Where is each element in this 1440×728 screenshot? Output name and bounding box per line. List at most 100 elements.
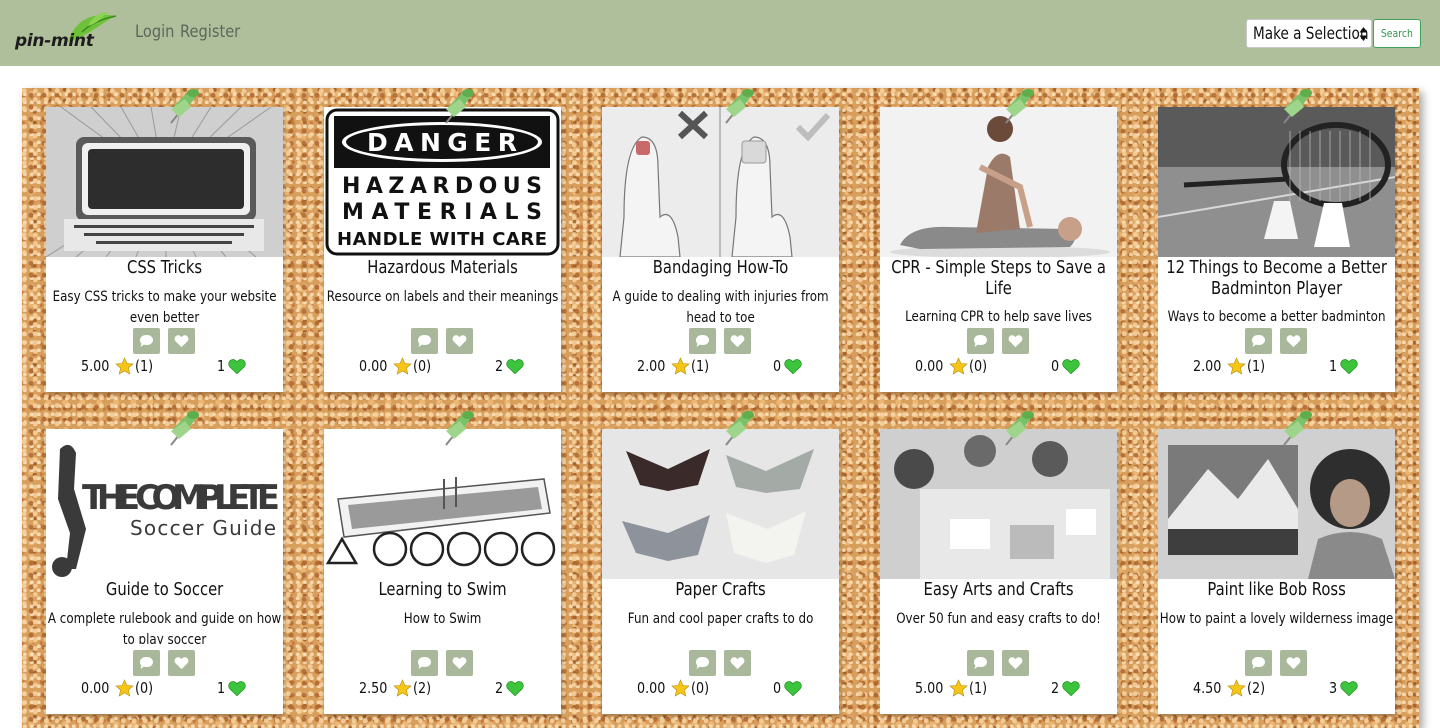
card-title-text: CPR - Simple Steps to Save a Life — [891, 257, 1106, 299]
heart-icon — [1008, 657, 1023, 670]
card-title[interactable]: Hazardous Materials — [324, 257, 561, 278]
card-description-text: Ways to become a better badminton player — [1167, 309, 1386, 322]
rating-count: (1) — [969, 679, 988, 697]
heart-icon — [505, 680, 524, 696]
category-select[interactable]: Make a Selection — [1246, 19, 1372, 48]
comment-button[interactable] — [411, 650, 438, 676]
pin-card[interactable]: THE COMPLETE Soccer Guide Guide to Soccer A… — [46, 411, 283, 714]
card-title[interactable]: Paper Crafts — [602, 579, 839, 600]
swimming-pool-illustration — [324, 429, 561, 579]
likes-display: 1 — [217, 679, 247, 697]
comment-button[interactable] — [967, 328, 994, 354]
comment-button[interactable] — [689, 650, 716, 676]
card-title-text: Paint like Bob Ross — [1207, 579, 1346, 600]
card-title[interactable]: Guide to Soccer — [46, 579, 283, 600]
comment-button[interactable] — [689, 328, 716, 354]
comment-button[interactable] — [967, 650, 994, 676]
pin-card[interactable]: Learning to Swim How to Swim 2.50 (2) 2 — [324, 411, 561, 714]
rating-display: 2.00 (1) — [1193, 357, 1269, 375]
rating-value: 5.00 — [81, 357, 110, 375]
like-button[interactable] — [724, 328, 751, 354]
select-arrows-icon — [1359, 27, 1368, 41]
like-button[interactable] — [168, 650, 195, 676]
bandaged-finger-illustration — [602, 107, 839, 257]
brand-logo[interactable]: pin-mint — [14, 12, 118, 54]
pin-card[interactable]: CPR - Simple Steps to Save a Life Learnin… — [880, 89, 1117, 392]
like-button[interactable] — [1280, 328, 1307, 354]
card-description: Ways to become a better badminton player — [1158, 307, 1395, 322]
comment-button[interactable] — [133, 328, 160, 354]
pin-card[interactable]: Paint like Bob Ross How to paint a lovely… — [1158, 411, 1395, 714]
pin-card[interactable]: DANGER HAZARDOUS MATERIALS HANDLE WITH CARE… — [324, 89, 561, 392]
card-title[interactable]: Learning to Swim — [324, 579, 561, 600]
card-description: Fun and cool paper crafts to do — [602, 609, 839, 644]
pin-card[interactable]: Paper Crafts Fun and cool paper crafts to… — [602, 411, 839, 714]
card-title[interactable]: Paint like Bob Ross — [1158, 579, 1395, 600]
like-button[interactable] — [1002, 328, 1029, 354]
cpr-photo — [880, 107, 1117, 257]
likes-count: 3 — [1329, 679, 1338, 697]
pin-card[interactable]: Bandaging How-To A guide to dealing with … — [602, 89, 839, 392]
rating-display: 2.00 (1) — [637, 357, 713, 375]
card-title[interactable]: Bandaging How-To — [602, 257, 839, 278]
card-title[interactable]: 12 Things to Become a Better Badminton P… — [1158, 257, 1395, 299]
heart-icon — [1339, 358, 1358, 374]
register-link[interactable]: Register — [180, 22, 240, 42]
card-image[interactable] — [46, 107, 283, 257]
heart-icon — [1008, 335, 1023, 348]
card-description-text: Resource on labels and their meanings — [326, 289, 559, 305]
rating-display: 0.00 (0) — [81, 679, 157, 697]
card-description: Easy CSS tricks to make your website eve… — [46, 287, 283, 322]
pin-card[interactable]: CSS Tricks Easy CSS tricks to make your w… — [46, 89, 283, 392]
comment-button[interactable] — [411, 328, 438, 354]
rating-display: 0.00 (0) — [359, 357, 435, 375]
push-pin-icon — [1283, 89, 1312, 124]
card-image[interactable] — [880, 107, 1117, 257]
card-image[interactable]: DANGER HAZARDOUS MATERIALS HANDLE WITH CARE — [324, 107, 561, 257]
like-button[interactable] — [724, 650, 751, 676]
card-description-text: Over 50 fun and easy crafts to do! — [896, 611, 1101, 627]
comment-button[interactable] — [1245, 650, 1272, 676]
heart-icon — [730, 335, 745, 348]
like-button[interactable] — [1002, 650, 1029, 676]
comment-button[interactable] — [1245, 328, 1272, 354]
heart-icon — [783, 358, 802, 374]
comment-button[interactable] — [133, 650, 160, 676]
card-description: A guide to dealing with injuries from he… — [602, 287, 839, 322]
pin-card[interactable]: Easy Arts and Crafts Over 50 fun and easy… — [880, 411, 1117, 714]
likes-display: 0 — [773, 679, 803, 697]
soccer-logo-line-2: Soccer Guide — [130, 516, 278, 540]
likes-display: 2 — [1051, 679, 1081, 697]
like-button[interactable] — [446, 650, 473, 676]
push-pin-icon — [1005, 411, 1034, 446]
card-image[interactable] — [602, 107, 839, 257]
badminton-racket-photo — [1158, 107, 1395, 257]
card-description-text: Learning CPR to help save lives — [905, 309, 1092, 322]
card-image[interactable] — [602, 429, 839, 579]
category-select-value: Make a Selection — [1253, 24, 1369, 44]
card-description: How to Swim — [324, 609, 561, 644]
kids-crafting-photo — [880, 429, 1117, 579]
like-button[interactable] — [446, 328, 473, 354]
pin-card[interactable]: 12 Things to Become a Better Badminton P… — [1158, 89, 1395, 392]
card-title[interactable]: Easy Arts and Crafts — [880, 579, 1117, 600]
navbar: pin-mint Login Register Make a Selection… — [0, 0, 1440, 66]
login-link[interactable]: Login — [135, 22, 174, 42]
card-title[interactable]: CSS Tricks — [46, 257, 283, 278]
search-button[interactable]: Search — [1373, 19, 1421, 48]
card-description: Over 50 fun and easy crafts to do! — [880, 609, 1117, 644]
card-image[interactable] — [880, 429, 1117, 579]
comment-icon — [140, 657, 153, 669]
like-button[interactable] — [1280, 650, 1307, 676]
card-title-text: Easy Arts and Crafts — [923, 579, 1074, 600]
card-image[interactable] — [324, 429, 561, 579]
rating-value: 0.00 — [81, 679, 110, 697]
card-image[interactable] — [1158, 107, 1395, 257]
comment-icon — [418, 657, 431, 669]
card-image[interactable] — [1158, 429, 1395, 579]
likes-count: 2 — [1051, 679, 1060, 697]
comment-icon — [696, 657, 709, 669]
like-button[interactable] — [168, 328, 195, 354]
card-image[interactable]: THE COMPLETE Soccer Guide — [46, 429, 283, 579]
card-title[interactable]: CPR - Simple Steps to Save a Life — [880, 257, 1117, 299]
